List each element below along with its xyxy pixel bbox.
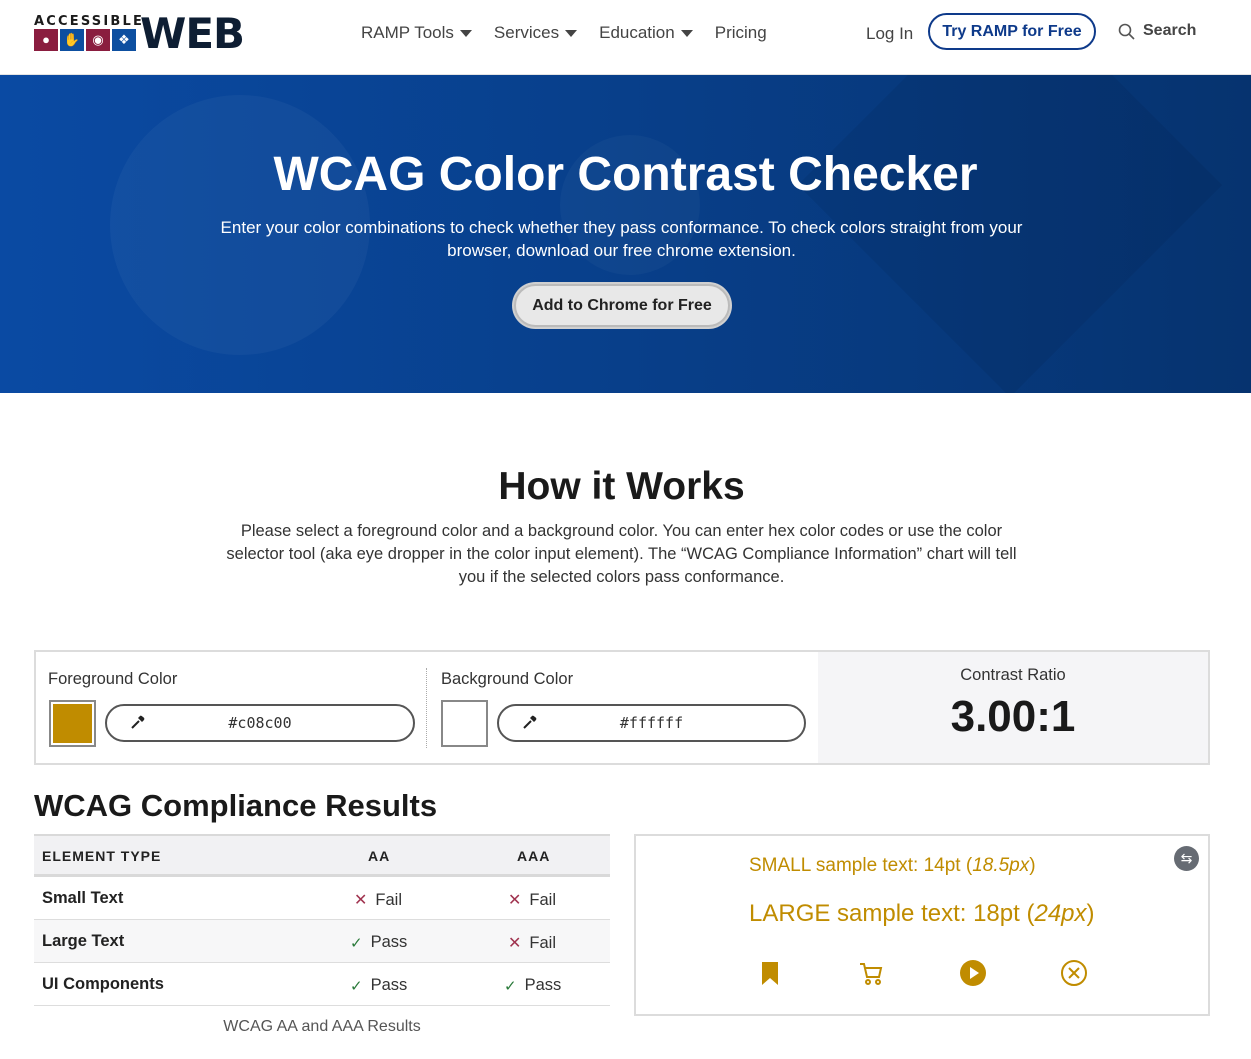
page-title: WCAG Color Contrast Checker [273,148,978,201]
table-row: UI Components ✓ Pass ✓ Pass [34,963,610,1006]
chevron-down-icon [459,29,472,37]
logo-small-text: ACCESSIBLE [34,14,145,29]
check-icon: ✓ [350,977,363,995]
aaa-result: ✕ Fail [508,933,556,953]
contrast-ratio-value: 3.00:1 [950,692,1076,741]
large-sample-size: 24px [1034,900,1087,927]
aa-result-label: Pass [370,933,408,951]
hand-icon: ✋ [60,29,84,51]
background-hex-value: #ffffff [619,714,684,732]
speech-icon: ● [34,29,58,51]
aa-result: ✕ Fail [354,890,402,910]
contrast-ratio-box: Contrast Ratio 3.00:1 [818,652,1208,763]
aa-result: ✓ Pass [350,933,407,952]
foreground-hex-value: #c08c00 [228,714,292,732]
accessibleweb-logo[interactable]: ACCESSIBLE ● ✋ ◉ ❖ WEB [34,9,246,58]
background-hex-input[interactable]: #ffffff [497,704,806,742]
site-header: ACCESSIBLE ● ✋ ◉ ❖ WEB RAMP Tools Servic… [0,0,1251,75]
row-name: Small Text [42,889,124,907]
nav-services[interactable]: Services [493,23,578,43]
aaa-result-label: Fail [529,890,556,909]
close-circle-icon [1061,960,1087,986]
row-name: UI Components [42,975,164,993]
aa-result: ✓ Pass [350,976,407,995]
contrast-ratio-label: Contrast Ratio [960,666,1066,684]
aa-result-label: Pass [370,976,408,994]
search-label: Search [1143,22,1197,39]
check-icon: ✓ [350,934,363,952]
small-sample-text: SMALL sample text: 14pt (18.5px) [749,855,1036,877]
login-link[interactable]: Log In [866,24,913,44]
large-sample-text: LARGE sample text: 18pt (24px) [749,900,1095,928]
foreground-swatch[interactable] [49,700,96,747]
compliance-heading: WCAG Compliance Results [34,788,438,823]
x-icon: ✕ [508,935,522,952]
cart-icon [860,963,883,985]
how-it-works-heading: How it Works [498,465,745,508]
nav-education[interactable]: Education [599,23,693,43]
x-icon: ✕ [354,892,368,909]
nav-ramp-tools[interactable]: RAMP Tools [361,23,472,43]
chevron-down-icon [680,29,693,37]
add-to-chrome-button[interactable]: Add to Chrome for Free [514,284,730,327]
nav-label: Education [599,23,675,42]
foreground-swatch-fill [53,704,92,743]
large-sample-prefix: LARGE sample text: 18pt ( [749,900,1035,927]
panel-divider [426,668,427,748]
small-sample-suffix: ) [1029,855,1036,876]
hero-banner: WCAG Color Contrast Checker Enter your c… [0,75,1251,393]
swap-colors-icon[interactable]: ⇆ [1174,846,1199,871]
eye-icon: ◉ [86,29,110,51]
chevron-down-icon [565,29,578,37]
aaa-result-label: Pass [524,976,562,994]
compliance-table: ELEMENT TYPE AA AAA Small Text ✕ Fail ✕ Fa… [34,834,610,1006]
background-swatch[interactable] [441,700,488,747]
table-row: Small Text ✕ Fail ✕ Fail [34,877,610,920]
small-sample-prefix: SMALL sample text: 14pt ( [749,855,973,876]
play-icon [960,960,986,986]
search-button[interactable]: Search [1118,22,1196,40]
aa-result-label: Fail [375,890,402,909]
color-picker-panel: Foreground Color #c08c00 Background Colo… [34,650,1210,765]
search-icon [1118,23,1135,40]
check-icon: ✓ [504,977,517,995]
try-ramp-button[interactable]: Try RAMP for Free [928,13,1096,50]
foreground-hex-input[interactable]: #c08c00 [105,704,415,742]
column-header: AA [368,848,391,864]
ear-icon: ❖ [112,29,136,51]
column-header: ELEMENT TYPE [42,848,162,864]
logo-icons: ● ✋ ◉ ❖ [34,29,136,51]
column-header: AAA [517,848,551,864]
hero-subtitle: Enter your color combinations to check w… [220,218,1023,260]
nav-label: Pricing [714,23,767,42]
background-label: Background Color [441,670,574,688]
table-row: Large Text ✓ Pass ✕ Fail [34,920,610,963]
table-header: ELEMENT TYPE AA AAA [34,834,610,877]
foreground-label: Foreground Color [48,670,178,688]
background-swatch-fill [445,704,484,743]
aaa-result-label: Fail [529,933,556,952]
aaa-result: ✓ Pass [504,976,561,995]
logo-big-text: WEB [140,9,245,58]
how-it-works-text: Please select a foreground color and a b… [226,522,1017,586]
nav-pricing[interactable]: Pricing [715,23,767,43]
aaa-result: ✕ Fail [508,890,556,910]
small-sample-size: 18.5px [972,855,1030,876]
nav-label: Services [493,23,560,42]
large-sample-suffix: ) [1086,900,1095,927]
nav-label: RAMP Tools [361,23,454,42]
sample-preview: SMALL sample text: 14pt (18.5px) LARGE s… [634,834,1210,1016]
row-name: Large Text [42,932,125,950]
bookmark-icon [762,962,778,985]
main-nav: RAMP Tools Services Education Pricing [361,23,789,43]
x-icon: ✕ [508,892,522,909]
table-caption: WCAG AA and AAA Results [223,1018,421,1035]
